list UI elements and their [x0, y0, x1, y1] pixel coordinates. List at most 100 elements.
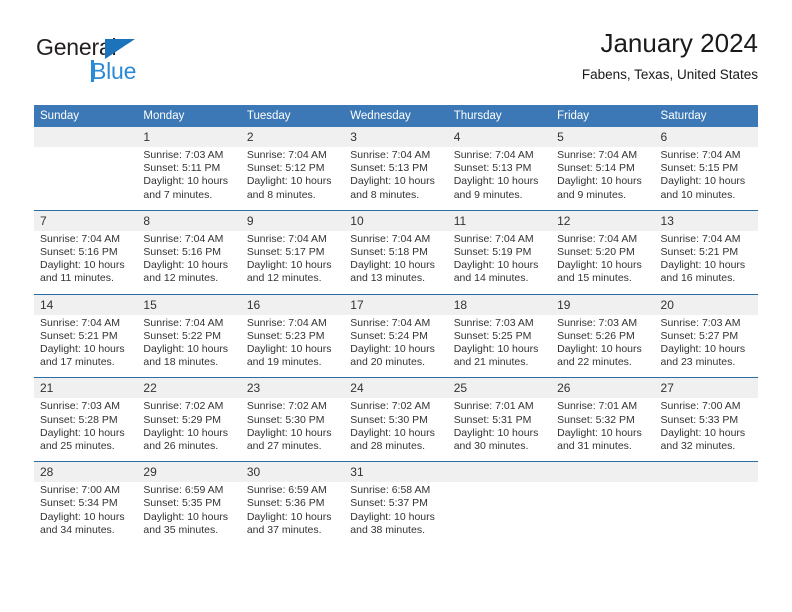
daylight-text-line1: Daylight: 10 hours: [350, 175, 435, 188]
day-cell[interactable]: Sunrise: 7:04 AM Sunset: 5:17 PM Dayligh…: [240, 230, 345, 295]
week-detail-row: Sunrise: 7:00 AM Sunset: 5:34 PM Dayligh…: [34, 482, 758, 546]
sunrise-text: Sunrise: 7:03 AM: [660, 316, 741, 329]
day-number: [551, 461, 655, 483]
day-cell[interactable]: Sunrise: 7:04 AM Sunset: 5:20 PM Dayligh…: [551, 230, 655, 295]
daylight-text-line1: Daylight: 10 hours: [453, 259, 539, 272]
day-cell[interactable]: Sunrise: 7:04 AM Sunset: 5:13 PM Dayligh…: [447, 147, 552, 211]
day-cell[interactable]: Sunrise: 7:03 AM Sunset: 5:11 PM Dayligh…: [137, 147, 241, 211]
sunrise-text: Sunrise: 7:03 AM: [557, 316, 638, 329]
sunset-text: Sunset: 5:28 PM: [40, 413, 118, 426]
brand-logo[interactable]: General Blue: [34, 34, 234, 96]
daylight-text-line2: and 25 minutes.: [40, 440, 115, 453]
sunset-text: Sunset: 5:25 PM: [453, 329, 532, 342]
calendar-page: General Blue January 2024 Fabens, Texas,…: [0, 0, 792, 612]
sunset-text: Sunset: 5:16 PM: [40, 246, 118, 259]
sunrise-text: Sunrise: 7:01 AM: [453, 400, 534, 413]
day-cell[interactable]: Sunrise: 7:01 AM Sunset: 5:31 PM Dayligh…: [447, 398, 552, 462]
daylight-text-line2: and 26 minutes.: [143, 440, 219, 453]
day-cell[interactable]: Sunrise: 7:04 AM Sunset: 5:18 PM Dayligh…: [344, 230, 448, 295]
sunset-text: Sunset: 5:26 PM: [557, 329, 635, 342]
sunset-text: Sunset: 5:21 PM: [660, 246, 739, 259]
page-header: General Blue January 2024 Fabens, Texas,…: [34, 26, 758, 98]
day-cell[interactable]: Sunrise: 7:04 AM Sunset: 5:22 PM Dayligh…: [137, 314, 241, 378]
daylight-text-line1: Daylight: 10 hours: [40, 259, 125, 272]
daylight-text-line1: Daylight: 10 hours: [660, 259, 746, 272]
daylight-text-line1: Daylight: 10 hours: [350, 426, 435, 439]
day-cell[interactable]: Sunrise: 7:02 AM Sunset: 5:29 PM Dayligh…: [137, 398, 241, 462]
day-cell[interactable]: Sunrise: 7:04 AM Sunset: 5:21 PM Dayligh…: [34, 314, 138, 378]
day-number: [447, 461, 552, 483]
daylight-text-line1: Daylight: 10 hours: [40, 510, 125, 523]
sunrise-text: Sunrise: 7:04 AM: [660, 149, 741, 161]
day-cell[interactable]: Sunrise: 7:01 AM Sunset: 5:32 PM Dayligh…: [551, 398, 655, 462]
daylight-text-line1: Daylight: 10 hours: [557, 426, 642, 439]
weekday-header-tuesday: Tuesday: [240, 105, 345, 127]
day-cell[interactable]: Sunrise: 7:02 AM Sunset: 5:30 PM Dayligh…: [240, 398, 345, 462]
daylight-text-line2: and 28 minutes.: [350, 440, 425, 453]
sunset-text: Sunset: 5:27 PM: [660, 329, 739, 342]
sunset-text: Sunset: 5:12 PM: [246, 162, 325, 175]
sunrise-text: Sunrise: 7:04 AM: [350, 149, 431, 161]
daylight-text-line2: and 35 minutes.: [143, 523, 219, 536]
sunrise-text: Sunrise: 7:04 AM: [246, 232, 327, 245]
weekday-header-saturday: Saturday: [654, 105, 758, 127]
day-cell[interactable]: Sunrise: 7:00 AM Sunset: 5:33 PM Dayligh…: [654, 398, 758, 462]
daylight-text-line2: and 11 minutes.: [40, 272, 114, 285]
weekday-header-thursday: Thursday: [447, 105, 552, 127]
day-cell-empty: [34, 147, 138, 211]
day-cell[interactable]: Sunrise: 7:03 AM Sunset: 5:26 PM Dayligh…: [551, 314, 655, 378]
day-cell[interactable]: Sunrise: 6:59 AM Sunset: 5:35 PM Dayligh…: [137, 482, 241, 546]
day-cell[interactable]: Sunrise: 6:58 AM Sunset: 5:37 PM Dayligh…: [344, 482, 448, 546]
weekday-header-sunday: Sunday: [34, 105, 138, 127]
day-cell[interactable]: Sunrise: 7:04 AM Sunset: 5:19 PM Dayligh…: [447, 230, 552, 295]
day-cell[interactable]: Sunrise: 7:04 AM Sunset: 5:21 PM Dayligh…: [654, 230, 758, 295]
weekday-header-monday: Monday: [137, 105, 241, 127]
sunset-text: Sunset: 5:30 PM: [246, 413, 325, 426]
day-cell[interactable]: Sunrise: 7:04 AM Sunset: 5:16 PM Dayligh…: [137, 230, 241, 295]
day-cell[interactable]: Sunrise: 7:04 AM Sunset: 5:23 PM Dayligh…: [240, 314, 345, 378]
day-cell[interactable]: Sunrise: 7:04 AM Sunset: 5:24 PM Dayligh…: [344, 314, 448, 378]
sunrise-text: Sunrise: 7:02 AM: [350, 400, 431, 413]
sunrise-text: Sunrise: 7:04 AM: [143, 232, 224, 245]
week-number-row: 21 22 23 24 25 26 27: [34, 377, 758, 399]
daylight-text-line2: and 32 minutes.: [660, 440, 736, 453]
day-cell[interactable]: Sunrise: 7:04 AM Sunset: 5:14 PM Dayligh…: [551, 147, 655, 211]
sunrise-text: Sunrise: 6:58 AM: [350, 484, 431, 497]
daylight-text-line2: and 27 minutes.: [246, 440, 322, 453]
daylight-text-line1: Daylight: 10 hours: [143, 426, 229, 439]
day-cell[interactable]: Sunrise: 7:04 AM Sunset: 5:15 PM Dayligh…: [654, 147, 758, 211]
sunrise-text: Sunrise: 7:00 AM: [660, 400, 741, 413]
day-number: 14: [34, 293, 138, 315]
day-number: 24: [344, 377, 448, 399]
sunset-text: Sunset: 5:30 PM: [350, 413, 428, 426]
sunset-text: Sunset: 5:11 PM: [143, 162, 221, 175]
sunrise-text: Sunrise: 7:03 AM: [143, 149, 224, 161]
daylight-text-line1: Daylight: 10 hours: [350, 510, 435, 523]
daylight-text-line2: and 13 minutes.: [350, 272, 425, 285]
day-cell[interactable]: Sunrise: 7:03 AM Sunset: 5:28 PM Dayligh…: [34, 398, 138, 462]
weekday-header-row: Sunday Monday Tuesday Wednesday Thursday…: [34, 105, 758, 127]
week-detail-row: Sunrise: 7:04 AM Sunset: 5:21 PM Dayligh…: [34, 314, 758, 378]
sunrise-text: Sunrise: 7:04 AM: [350, 232, 431, 245]
daylight-text-line1: Daylight: 10 hours: [143, 259, 229, 272]
sunset-text: Sunset: 5:35 PM: [143, 497, 222, 510]
daylight-text-line2: and 14 minutes.: [453, 272, 529, 285]
day-number: 31: [344, 461, 448, 483]
daylight-text-line1: Daylight: 10 hours: [40, 426, 125, 439]
sunrise-text: Sunrise: 7:04 AM: [246, 316, 327, 329]
weekday-header-friday: Friday: [551, 105, 655, 127]
day-cell[interactable]: Sunrise: 7:03 AM Sunset: 5:25 PM Dayligh…: [447, 314, 552, 378]
daylight-text-line2: and 7 minutes.: [143, 188, 213, 201]
day-cell[interactable]: Sunrise: 7:02 AM Sunset: 5:30 PM Dayligh…: [344, 398, 448, 462]
day-cell[interactable]: Sunrise: 7:00 AM Sunset: 5:34 PM Dayligh…: [34, 482, 138, 546]
day-cell[interactable]: Sunrise: 7:04 AM Sunset: 5:13 PM Dayligh…: [344, 147, 448, 211]
title-block: January 2024 Fabens, Texas, United State…: [582, 26, 758, 86]
sunrise-text: Sunrise: 7:04 AM: [40, 316, 120, 329]
day-cell[interactable]: Sunrise: 6:59 AM Sunset: 5:36 PM Dayligh…: [240, 482, 345, 546]
day-number: 11: [447, 209, 552, 231]
day-cell[interactable]: Sunrise: 7:04 AM Sunset: 5:12 PM Dayligh…: [240, 147, 345, 211]
day-cell[interactable]: Sunrise: 7:03 AM Sunset: 5:27 PM Dayligh…: [654, 314, 758, 378]
day-cell[interactable]: Sunrise: 7:04 AM Sunset: 5:16 PM Dayligh…: [34, 230, 138, 295]
daylight-text-line1: Daylight: 10 hours: [143, 175, 229, 188]
daylight-text-line2: and 12 minutes.: [246, 272, 322, 285]
